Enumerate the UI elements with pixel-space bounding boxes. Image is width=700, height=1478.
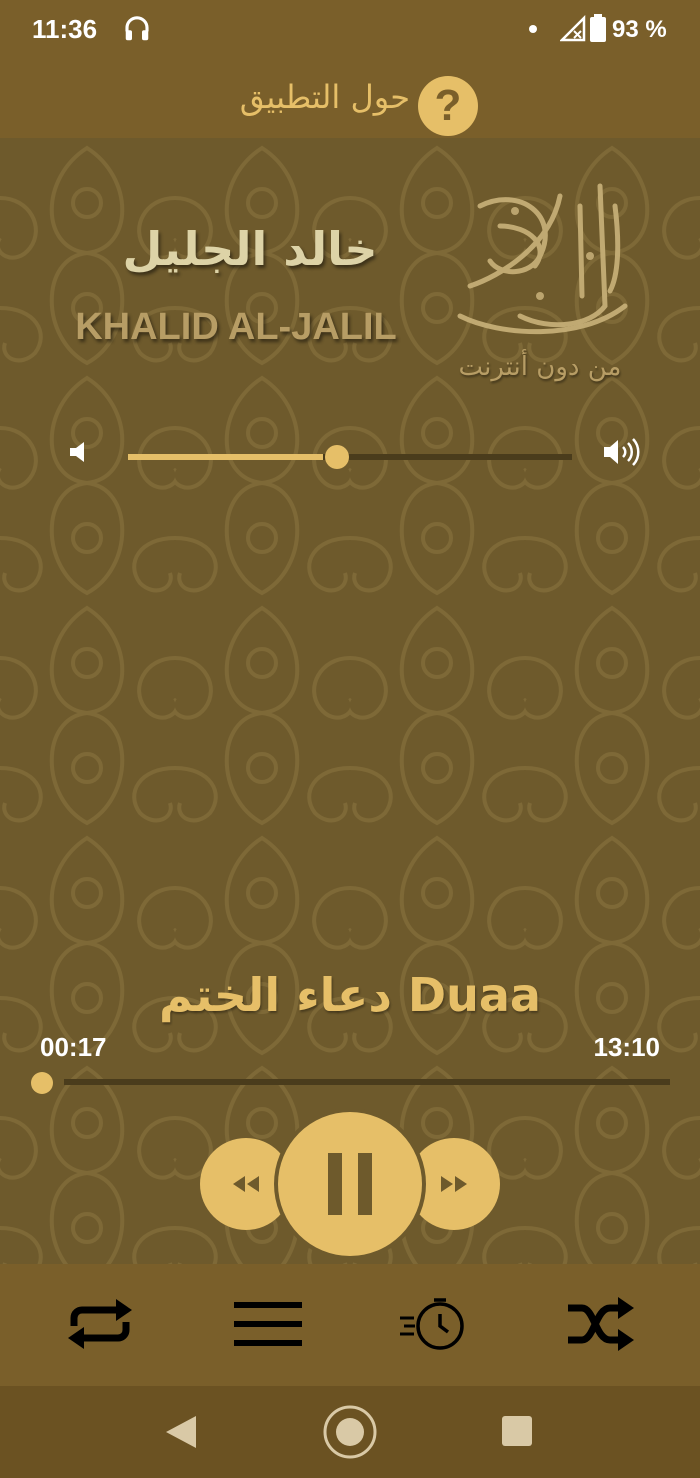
recents-icon[interactable] <box>502 1416 532 1446</box>
seek-bar-track[interactable] <box>64 1079 670 1085</box>
total-time: 13:10 <box>593 1032 661 1062</box>
status-time: 11:36 <box>32 14 98 44</box>
logo-subtitle: من دون أنترنت <box>458 352 622 382</box>
quran-calligraphy-logo <box>457 183 628 335</box>
headphones-icon <box>125 16 149 41</box>
track-title: دعاء الختم Duaa <box>159 968 541 1022</box>
playlist-icon[interactable] <box>232 1294 304 1354</box>
signal-icon <box>560 14 586 42</box>
android-navigation-bar <box>0 1386 700 1478</box>
help-icon[interactable]: ? <box>418 76 478 136</box>
volume-high-icon <box>604 438 640 466</box>
about-app-label[interactable]: حول التطبيق <box>240 78 410 116</box>
repeat-icon[interactable] <box>64 1294 136 1354</box>
pause-button[interactable] <box>278 1112 422 1256</box>
battery-percentage: 93 % <box>612 16 667 43</box>
app-header: حول التطبيق ? <box>0 60 700 138</box>
sleep-timer-icon[interactable] <box>398 1294 470 1354</box>
seek-bar-thumb[interactable] <box>31 1072 53 1094</box>
reciter-name-english: KHALID AL-JALIL <box>75 306 397 348</box>
notification-dot <box>529 25 537 33</box>
current-time: 00:17 <box>40 1032 107 1062</box>
shuffle-icon[interactable] <box>564 1294 636 1354</box>
fast-forward-icon <box>441 1176 467 1192</box>
back-icon[interactable] <box>164 1414 198 1450</box>
player-main-area: خالد الجليل KHALID AL-JALIL من دون أنترن… <box>0 138 700 1264</box>
pause-icon <box>328 1153 372 1215</box>
battery-icon <box>590 14 606 42</box>
volume-slider-fill <box>128 454 323 460</box>
status-bar: 11:36 93 % <box>0 0 700 60</box>
home-icon[interactable] <box>322 1404 378 1460</box>
rewind-icon <box>233 1176 259 1192</box>
volume-slider-thumb[interactable] <box>324 445 349 469</box>
reciter-name-arabic: خالد الجليل <box>122 222 378 276</box>
volume-low-icon <box>70 442 84 462</box>
bottom-toolbar <box>0 1264 700 1386</box>
